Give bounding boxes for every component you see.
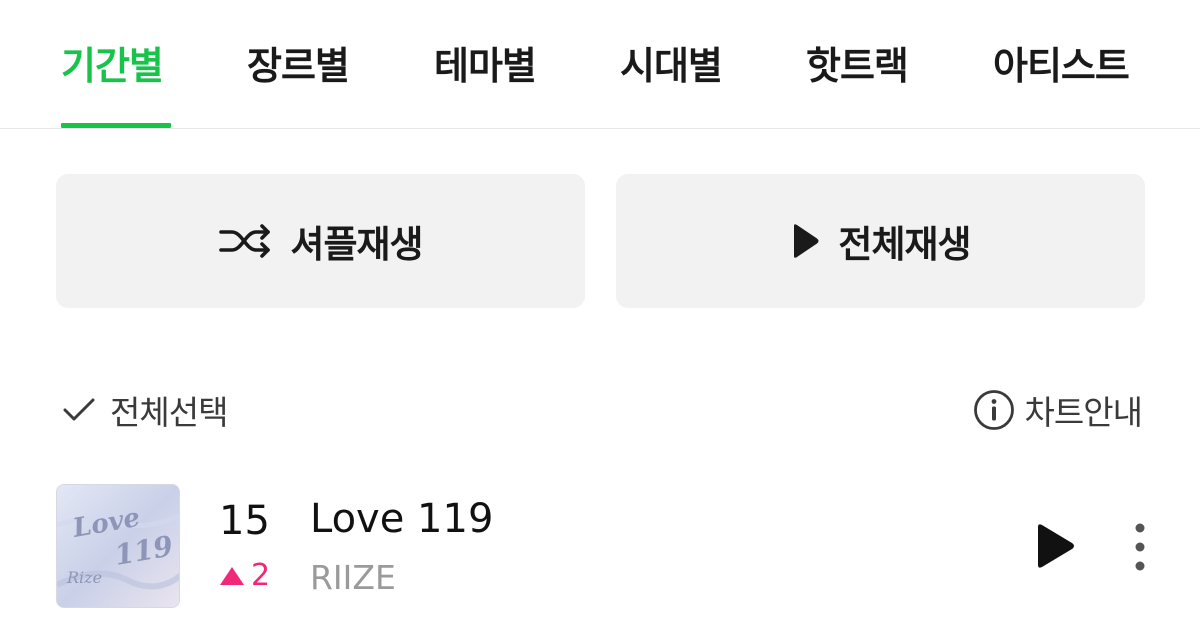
more-vertical-icon[interactable] [1124,520,1156,574]
rank-change-value: 2 [251,558,271,593]
track-rank: 15 [219,498,270,544]
album-art-image: Love 119 Rize [57,485,179,607]
chart-info-link[interactable]: 차트안내 [973,386,1143,434]
chart-info-label: 차트안내 [1024,393,1143,432]
play-icon[interactable] [1030,522,1078,570]
tab-genre[interactable]: 장르별 [247,42,350,90]
tab-period[interactable]: 기간별 [61,42,164,90]
play-all-label: 전체재생 [838,223,971,266]
shuffle-play-label: 셔플재생 [290,223,423,266]
triangle-up-icon [220,566,244,585]
play-icon [794,224,819,258]
select-all-toggle[interactable]: 전체선택 [62,386,228,434]
track-artist[interactable]: RIIZE [310,558,396,597]
album-art[interactable]: Love 119 Rize [56,484,180,608]
chart-tab-bar: 기간별 장르별 테마별 시대별 핫트랙 아티스트 [0,0,1200,129]
track-title[interactable]: Love 119 [310,496,493,542]
active-tab-indicator [61,123,171,128]
shuffle-play-button[interactable]: 셔플재생 [56,174,585,308]
tab-era[interactable]: 시대별 [620,42,723,90]
play-all-button[interactable]: 전체재생 [616,174,1145,308]
tab-theme[interactable]: 테마별 [434,42,537,90]
track-row[interactable]: Love 119 Rize 15 2 Love 119 RIIZE [0,480,1200,610]
select-all-label: 전체선택 [110,393,228,432]
shuffle-icon [219,224,271,258]
check-icon [63,398,95,421]
rank-change: 2 [219,558,270,593]
info-icon [973,390,1014,430]
svg-text:Rize: Rize [66,568,102,587]
tab-hot-track[interactable]: 핫트랙 [806,42,909,90]
tab-artist[interactable]: 아티스트 [993,42,1130,90]
